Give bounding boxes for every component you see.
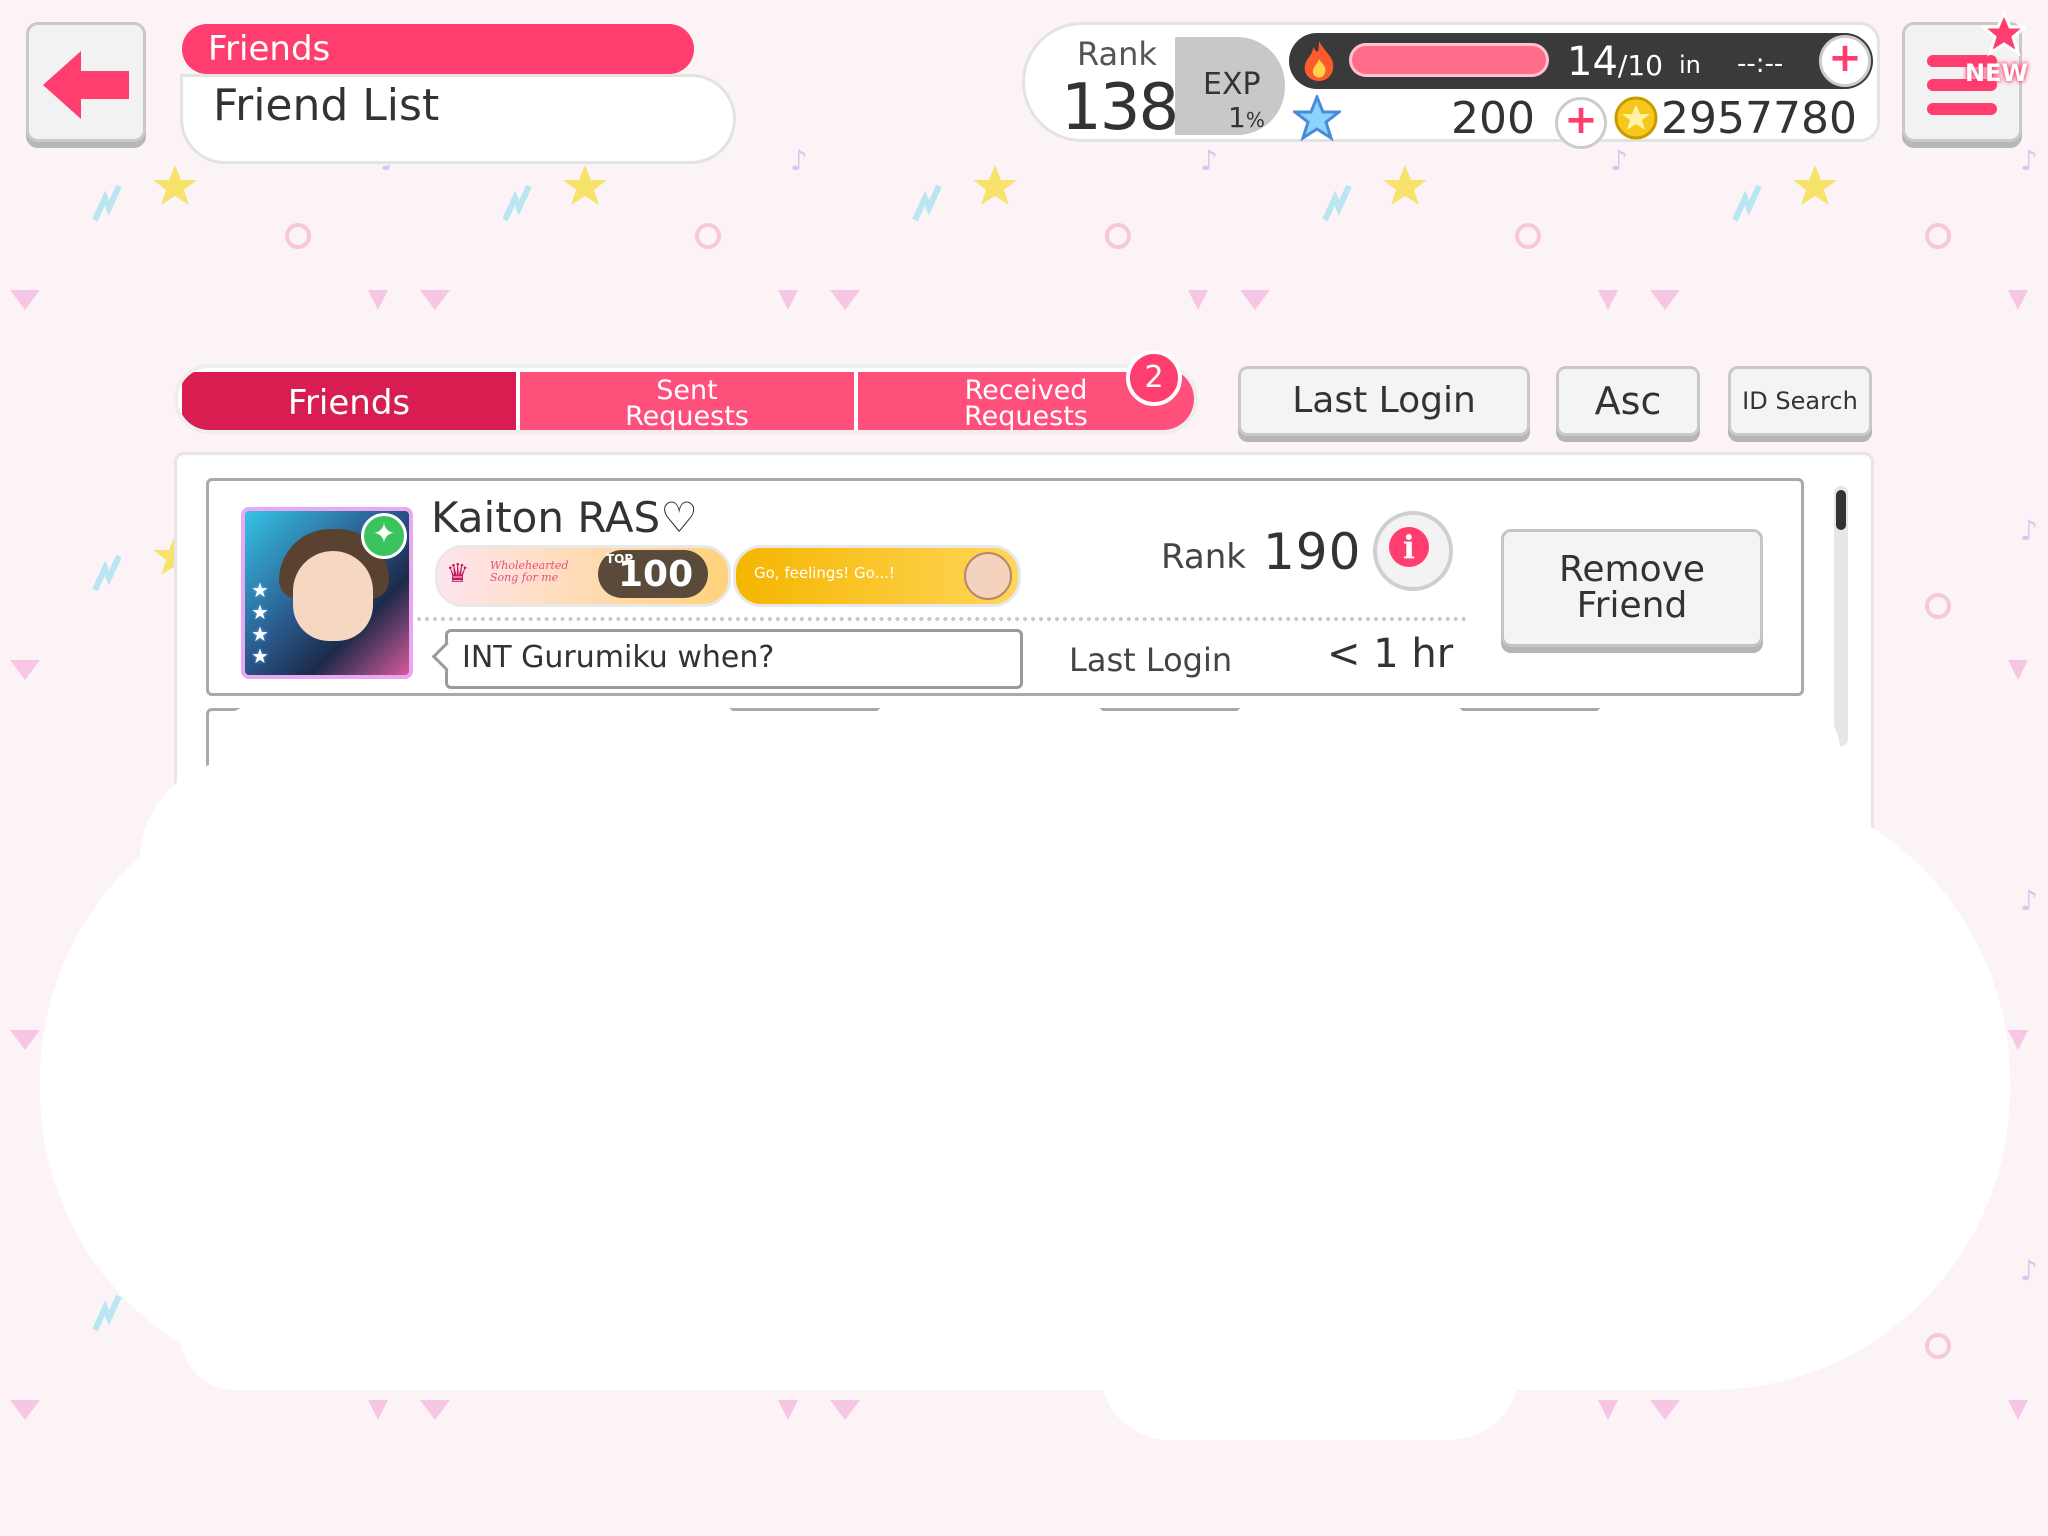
remove-friend-label-2: Friend bbox=[1576, 585, 1688, 626]
back-arrow-icon bbox=[43, 51, 129, 119]
sort-order-button[interactable]: Last Login bbox=[1238, 366, 1530, 436]
page-category: Friends bbox=[182, 24, 694, 74]
friend-second-title-badge: Go, feelings! Go...! bbox=[733, 545, 1021, 607]
friend-card[interactable]: ✦ ★ ★ ★ ★ Kaiton RAS♡ ♛ Wholehearted Song f… bbox=[206, 478, 1804, 696]
flame-icon bbox=[1304, 41, 1334, 81]
scrollbar-thumb[interactable] bbox=[1836, 490, 1846, 530]
comment-tail bbox=[431, 641, 462, 672]
coin-count: 2957780 bbox=[1661, 93, 1857, 144]
player-status-panel: Rank 138 EXP 1% 14/10 in --:-- + 200 + 2… bbox=[1022, 22, 1880, 149]
top-rank-value: 100 bbox=[618, 554, 694, 595]
tab-received-label-2: Requests bbox=[964, 401, 1088, 432]
friend-name: Kaiton RAS♡ bbox=[431, 493, 698, 542]
exp-unit: % bbox=[1245, 108, 1265, 132]
stamina-fill bbox=[1349, 43, 1549, 77]
stamina-bar: 14/10 in --:-- + bbox=[1289, 33, 1873, 89]
title-badge-text: Wholehearted Song for me bbox=[490, 559, 569, 584]
friend-avatar[interactable]: ✦ ★ ★ ★ ★ bbox=[241, 507, 413, 679]
player-rank-value: 138 bbox=[1061, 71, 1179, 145]
friend-rank-label: Rank bbox=[1161, 537, 1246, 577]
friend-info-button[interactable]: i bbox=[1373, 511, 1453, 591]
friend-title-badge: ♛ Wholehearted Song for me TOP 100 bbox=[435, 545, 731, 607]
tab-friends[interactable]: Friends bbox=[182, 372, 516, 430]
remove-friend-button[interactable]: Remove Friend bbox=[1501, 529, 1763, 647]
id-search-button[interactable]: ID Search bbox=[1728, 366, 1872, 436]
sort-direction-button[interactable]: Asc bbox=[1556, 366, 1700, 436]
main-menu-button[interactable]: NEW bbox=[1902, 11, 2028, 142]
new-star-icon bbox=[1981, 11, 2027, 57]
rarity-stars-icon: ★ ★ ★ ★ bbox=[251, 578, 269, 668]
character-face-icon bbox=[964, 552, 1012, 600]
friend-comment-text: INT Gurumiku when? bbox=[462, 640, 775, 675]
stamina-current: 14 bbox=[1567, 39, 1618, 85]
exp-value: 1% bbox=[1228, 101, 1265, 134]
coin-icon bbox=[1614, 96, 1658, 140]
player-rank-label: Rank bbox=[1077, 35, 1157, 73]
stamina-count: 14/10 bbox=[1567, 39, 1663, 85]
friend-rank-value: 190 bbox=[1263, 523, 1362, 581]
info-icon: i bbox=[1389, 527, 1429, 567]
star-gem-count: 200 bbox=[1451, 93, 1535, 144]
stamina-timer: --:-- bbox=[1737, 49, 1784, 79]
remove-friend-label-1: Remove bbox=[1558, 549, 1706, 590]
crown-icon: ♛ bbox=[446, 559, 470, 589]
attribute-badge-icon: ✦ bbox=[361, 513, 407, 559]
avatar-face bbox=[293, 551, 373, 641]
stamina-max: /10 bbox=[1617, 49, 1663, 82]
last-login-value: < 1 hr bbox=[1327, 631, 1454, 677]
friend-list-scrollbar[interactable] bbox=[1834, 486, 1848, 746]
friend-comment: INT Gurumiku when? bbox=[431, 629, 1023, 689]
menu-icon-line bbox=[1927, 103, 1997, 115]
stamina-in-label: in bbox=[1679, 51, 1701, 79]
second-title-text: Go, feelings! Go...! bbox=[754, 564, 895, 582]
new-badge: NEW bbox=[1965, 59, 2028, 87]
exp-label: EXP bbox=[1203, 67, 1261, 102]
tab-sent-label-2: Requests bbox=[625, 401, 749, 432]
tab-sent-requests[interactable]: Sent Requests bbox=[520, 372, 854, 432]
last-login-label: Last Login bbox=[1069, 641, 1233, 679]
friend-tabs: Friends Sent Requests Received Requests bbox=[174, 364, 1198, 434]
exp-number: 1 bbox=[1228, 101, 1246, 134]
page-title: Friend List bbox=[180, 74, 736, 164]
add-stars-button[interactable]: + bbox=[1555, 97, 1607, 149]
back-button[interactable] bbox=[26, 22, 146, 142]
add-stamina-button[interactable]: + bbox=[1819, 35, 1871, 87]
page-header: Friend List Friends bbox=[180, 24, 736, 164]
top-rank-badge: TOP 100 bbox=[598, 550, 708, 598]
card-divider bbox=[417, 617, 1467, 621]
star-gem-icon bbox=[1293, 95, 1341, 141]
received-requests-count-badge: 2 bbox=[1126, 350, 1182, 406]
tab-friends-label: Friends bbox=[287, 383, 411, 423]
